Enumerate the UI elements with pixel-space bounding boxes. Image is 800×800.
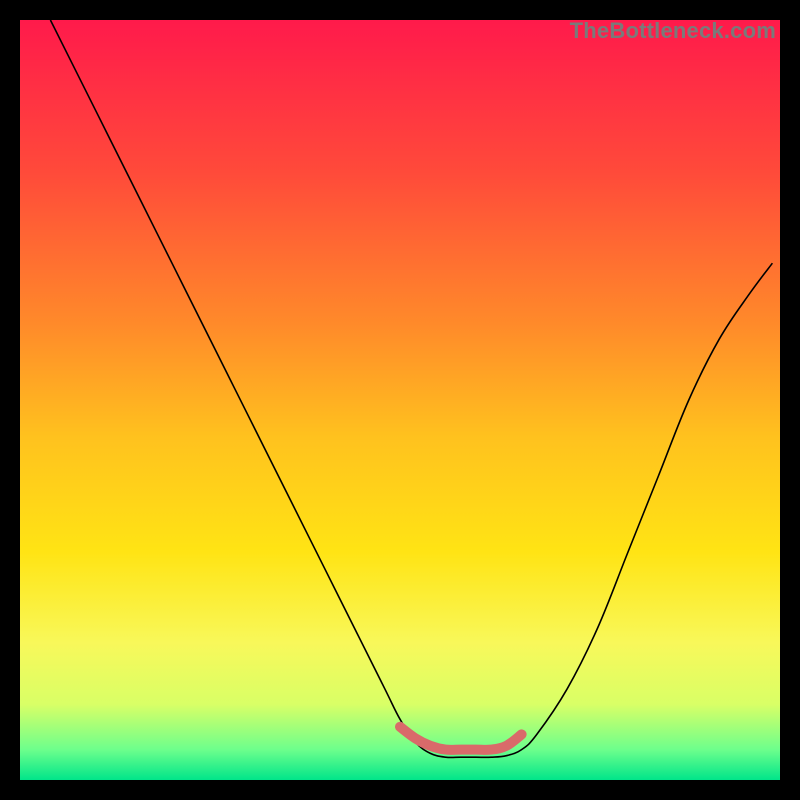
chart-background xyxy=(20,20,780,780)
chart-frame: TheBottleneck.com xyxy=(20,20,780,780)
chart-svg xyxy=(20,20,780,780)
watermark-text: TheBottleneck.com xyxy=(570,18,776,44)
